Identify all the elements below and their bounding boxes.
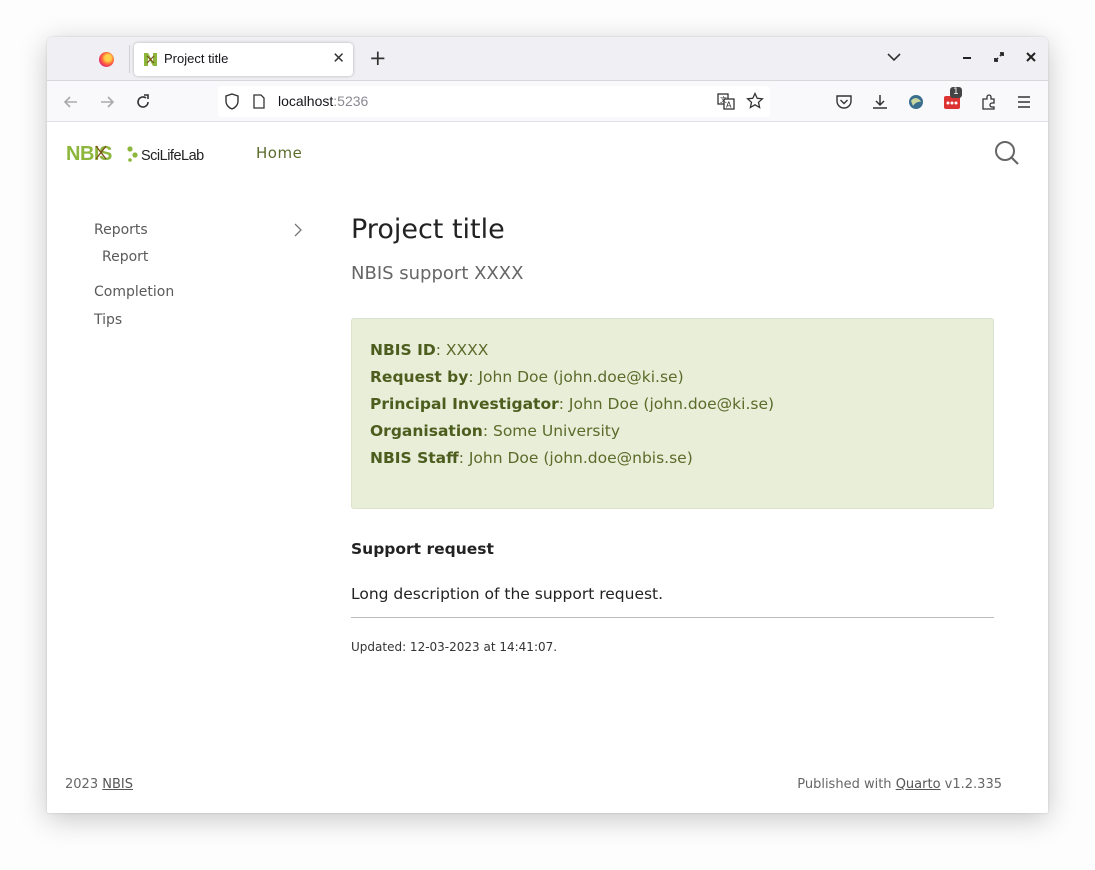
menu-icon[interactable] <box>1015 93 1033 111</box>
tab-title: Project title <box>164 51 229 66</box>
support-request-heading: Support request <box>351 540 494 558</box>
footer-version: v1.2.335 <box>944 777 1002 792</box>
shield-icon[interactable] <box>224 93 240 110</box>
close-icon[interactable] <box>1024 50 1038 64</box>
nbis-favicon-icon <box>143 52 158 67</box>
search-icon[interactable] <box>994 140 1020 166</box>
brand-logos[interactable]: NBIS SciLifeLab <box>66 142 221 168</box>
footer-quarto-link[interactable]: Quarto <box>896 777 941 792</box>
page-content: NBIS SciLifeLab Home Reports Report Comp… <box>47 122 1048 813</box>
info-key: NBIS ID <box>370 341 436 359</box>
info-nbis-staff: NBIS Staff: John Doe (john.doe@nbis.se) <box>370 449 693 467</box>
reload-icon[interactable] <box>134 93 152 111</box>
nbis-logo-text: NBIS <box>66 143 112 164</box>
info-value: : John Doe (john.doe@nbis.se) <box>458 449 693 467</box>
sidebar-item-report[interactable]: Report <box>102 249 148 265</box>
extension-badge: 1 <box>950 87 962 98</box>
svg-text:A: A <box>726 101 732 110</box>
tab-separator <box>129 45 130 73</box>
url-port: :5236 <box>333 93 369 109</box>
info-principal-investigator: Principal Investigator: John Doe (john.d… <box>370 395 774 413</box>
translate-icon[interactable]: 文A <box>717 93 735 110</box>
info-value: : Some University <box>482 422 621 440</box>
firefox-icon[interactable] <box>99 52 114 67</box>
support-request-description: Long description of the support request. <box>351 585 664 603</box>
info-key: Organisation <box>370 422 483 440</box>
info-value: : John Doe (john.doe@ki.se) <box>558 395 775 413</box>
pocket-icon[interactable] <box>835 93 853 111</box>
info-key: NBIS Staff <box>370 449 459 467</box>
sidebar-item-tips[interactable]: Tips <box>94 312 122 328</box>
info-value: : John Doe (john.doe@ki.se) <box>468 368 684 386</box>
back-icon[interactable] <box>62 93 80 111</box>
tab-close-icon[interactable]: ✕ <box>332 50 345 66</box>
new-tab-button[interactable]: + <box>369 47 387 69</box>
url-bar[interactable]: localhost:5236 文A <box>218 86 770 117</box>
page-subtitle: NBIS support XXXX <box>351 263 524 284</box>
star-icon[interactable] <box>746 92 764 110</box>
url-text[interactable]: localhost:5236 <box>278 93 368 109</box>
browser-window: Project title ✕ + localhost:5236 文A 1 NB… <box>47 37 1048 813</box>
footer-published-prefix: Published with <box>797 777 892 792</box>
info-request-by: Request by: John Doe (john.doe@ki.se) <box>370 368 684 386</box>
project-info-callout: NBIS ID: XXXX Request by: John Doe (john… <box>351 318 994 509</box>
download-icon[interactable] <box>871 93 889 111</box>
sidebar-item-completion[interactable]: Completion <box>94 284 174 300</box>
info-value: : XXXX <box>435 341 489 359</box>
info-key: Request by <box>370 368 469 386</box>
info-key: Principal Investigator <box>370 395 559 413</box>
footer-left: 2023 NBIS <box>65 777 133 792</box>
maximize-icon[interactable] <box>992 50 1006 64</box>
chevron-right-icon[interactable] <box>292 223 304 237</box>
forward-icon[interactable] <box>98 93 116 111</box>
footer-nbis-link[interactable]: NBIS <box>102 777 133 792</box>
minimize-icon[interactable] <box>960 50 974 64</box>
tab-project-title[interactable]: Project title ✕ <box>134 43 353 76</box>
url-host: localhost <box>278 93 334 109</box>
nbis-scilifelab-logo[interactable]: NBIS SciLifeLab <box>66 142 221 165</box>
navigation-bar: localhost:5236 文A <box>47 81 1048 122</box>
page-icon[interactable] <box>252 94 266 109</box>
footer-year: 2023 <box>65 777 99 792</box>
tab-strip: Project title ✕ + <box>47 37 1048 81</box>
extension-icon[interactable] <box>907 93 925 111</box>
scilifelab-logo-text: SciLifeLab <box>141 148 204 164</box>
divider <box>351 617 994 618</box>
sidebar-item-reports[interactable]: Reports <box>94 222 148 238</box>
footer-right: Published with Quarto v1.2.335 <box>797 777 1002 792</box>
updated-timestamp: Updated: 12-03-2023 at 14:41:07. <box>351 640 558 654</box>
page-title: Project title <box>351 214 505 245</box>
nav-home-link[interactable]: Home <box>256 144 302 162</box>
tab-list-icon[interactable] <box>887 50 901 64</box>
info-nbis-id: NBIS ID: XXXX <box>370 341 488 359</box>
puzzle-icon[interactable] <box>980 93 998 111</box>
info-organisation: Organisation: Some University <box>370 422 620 440</box>
